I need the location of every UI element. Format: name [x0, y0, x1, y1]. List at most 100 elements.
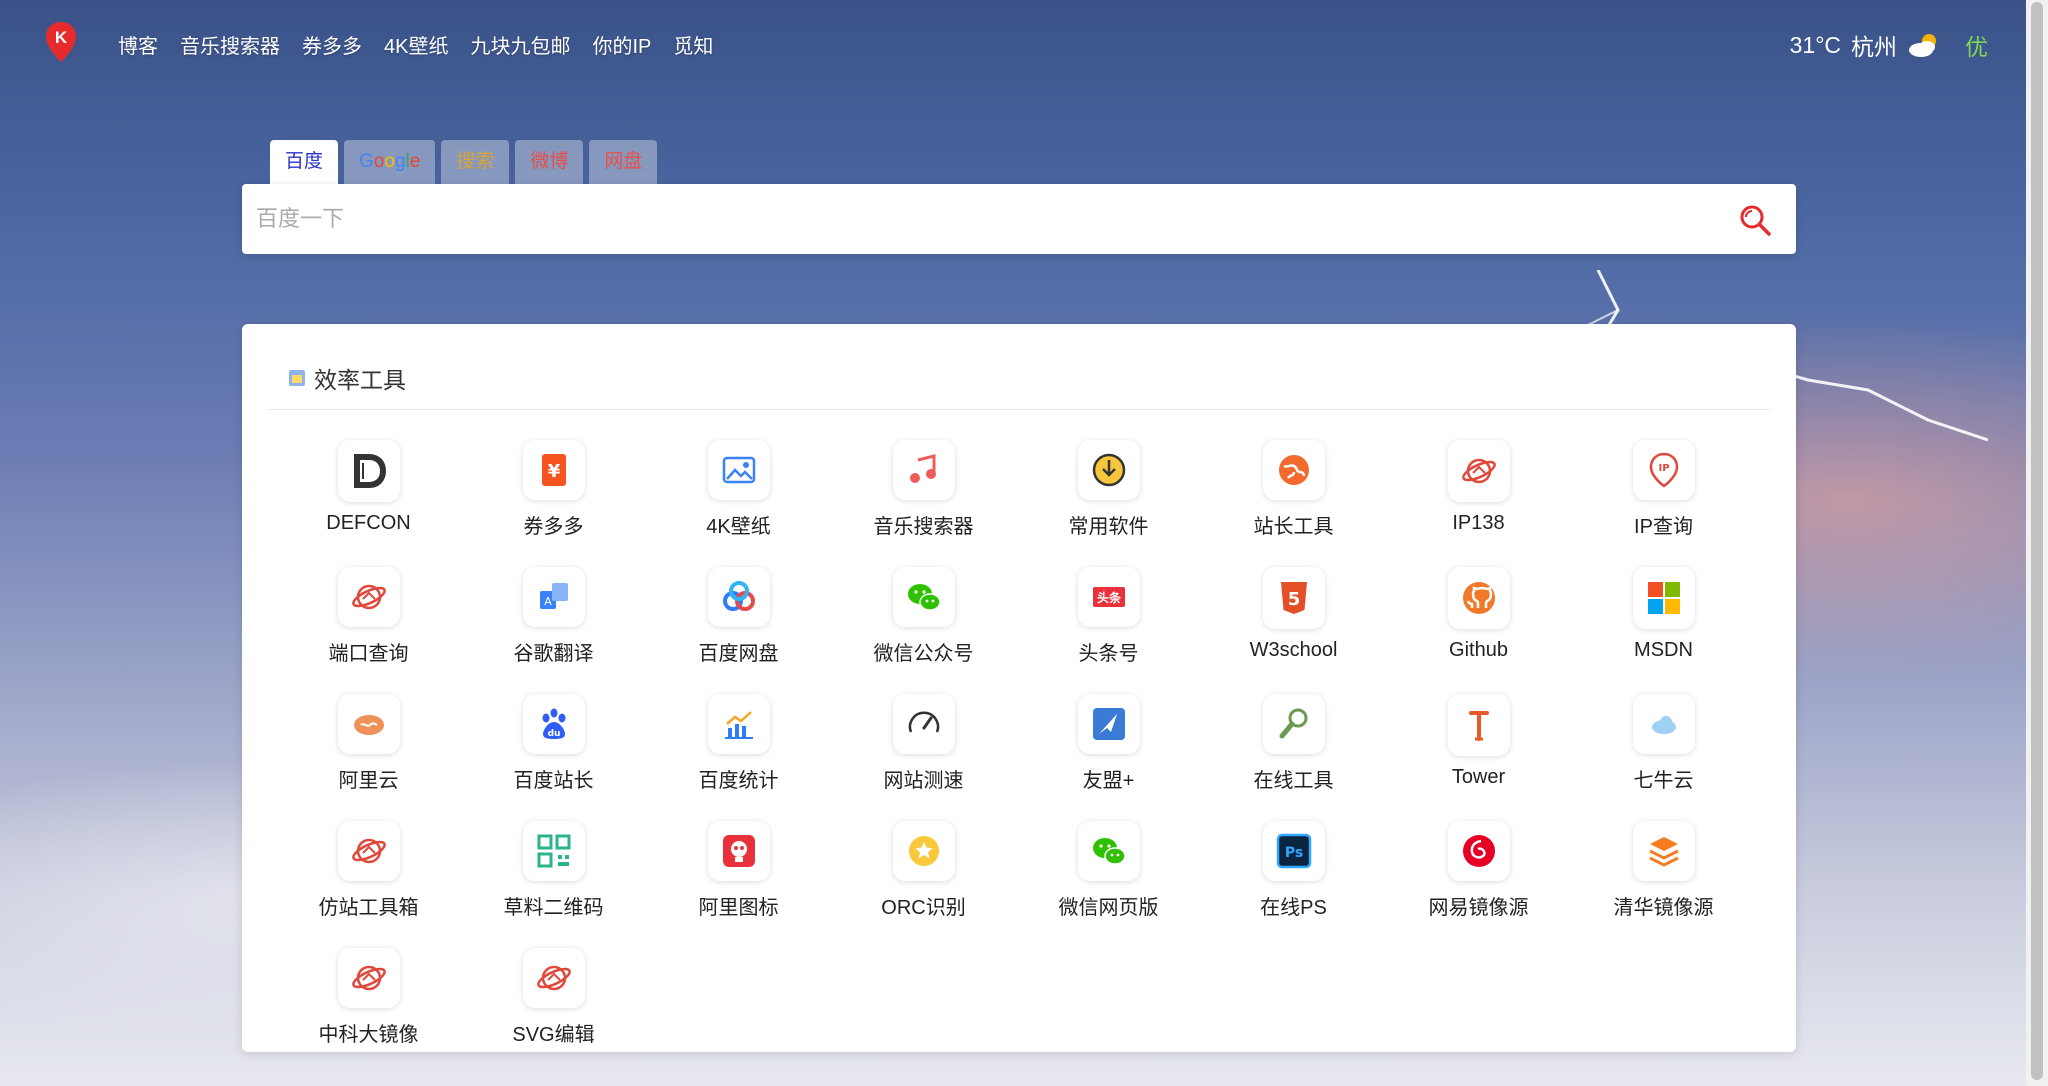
tool-item-label: 阿里图标 — [698, 897, 779, 919]
tool-item[interactable]: Github — [1386, 539, 1571, 666]
tool-item[interactable]: 5 W3school — [1201, 539, 1386, 666]
tool-item-label: 清华镜像源 — [1613, 897, 1714, 919]
tool-item-label: 在线PS — [1260, 897, 1327, 919]
tool-item[interactable]: 中科大镜像 — [276, 920, 461, 1047]
photoshop-icon: Ps — [1262, 821, 1325, 881]
tool-item-label: 阿里云 — [338, 770, 399, 792]
wechat-icon — [892, 567, 955, 627]
tool-item[interactable]: du 百度站长 — [461, 666, 646, 793]
tools-card: 效率工具 DEFCON ¥ 券多多 4K壁纸 音乐搜索器 常用软件站长工具 IP138 IP I… — [242, 324, 1796, 1052]
weather-widget[interactable]: 31°C 杭州 优 — [1790, 28, 1988, 62]
toutiao-icon: 头条 — [1077, 567, 1140, 627]
scrollbar[interactable] — [2026, 0, 2048, 1086]
tool-item-label: IP查询 — [1634, 516, 1693, 538]
tool-item[interactable]: 在线工具 — [1201, 666, 1386, 793]
tool-item-label: 中科大镜像 — [318, 1024, 419, 1046]
tool-item-label: Tower — [1451, 766, 1506, 788]
tool-item[interactable]: MSDN — [1571, 539, 1756, 666]
nav-link-music-search[interactable]: 音乐搜索器 — [180, 30, 280, 59]
tool-item-label: 微信公众号 — [873, 643, 974, 665]
tool-item[interactable]: 站长工具 — [1201, 412, 1386, 539]
tool-item[interactable]: ORC识别 — [831, 793, 1016, 920]
tool-item[interactable]: 仿站工具箱 — [276, 793, 461, 920]
svg-text:du: du — [547, 729, 560, 739]
tool-item[interactable]: 阿里图标 — [646, 793, 831, 920]
tool-item[interactable]: IP IP查询 — [1571, 412, 1756, 539]
tool-item[interactable]: 常用软件 — [1016, 412, 1201, 539]
tool-item-label: MSDN — [1634, 639, 1693, 661]
tool-item[interactable]: ¥ 券多多 — [461, 412, 646, 539]
tab-sousuo[interactable]: 搜索 — [441, 140, 510, 184]
tool-item[interactable]: 清华镜像源 — [1571, 793, 1756, 920]
tools-icon — [1262, 694, 1325, 754]
baidu-pan-icon — [707, 567, 770, 627]
tool-item[interactable]: 网站测速 — [831, 666, 1016, 793]
wechat-icon — [1077, 821, 1140, 881]
tool-item[interactable]: Ps 在线PS — [1201, 793, 1386, 920]
tab-baidu[interactable]: 百度 — [270, 140, 339, 184]
tool-item[interactable]: 微信公众号 — [831, 539, 1016, 666]
tool-item-label: 百度站长 — [513, 770, 594, 792]
speedometer-icon — [892, 694, 955, 754]
tool-item[interactable]: 微信网页版 — [1016, 793, 1201, 920]
search-input[interactable] — [242, 184, 1722, 254]
search-box — [242, 184, 1796, 254]
search-icon[interactable] — [1738, 203, 1772, 237]
tool-item[interactable]: IP138 — [1386, 412, 1571, 539]
tool-item[interactable]: 4K壁纸 — [646, 412, 831, 539]
svg-text:5: 5 — [1287, 589, 1300, 610]
logo-icon[interactable]: K — [44, 20, 78, 64]
tool-item-label: 七牛云 — [1633, 770, 1694, 792]
card-title: 效率工具 — [314, 366, 406, 393]
svg-text:K: K — [55, 28, 68, 47]
tool-item-label: 百度网盘 — [698, 643, 779, 665]
tool-item-label: 谷歌翻译 — [513, 643, 594, 665]
nav-link-blog[interactable]: 博客 — [118, 30, 158, 59]
tool-item[interactable]: 百度统计 — [646, 666, 831, 793]
tool-item[interactable]: 草料二维码 — [461, 793, 646, 920]
nav-link-4k-wallpaper[interactable]: 4K壁纸 — [384, 30, 448, 59]
tools-grid: DEFCON ¥ 券多多 4K壁纸 音乐搜索器 常用软件 站长工具 IP138 IP IP查询端口… — [276, 412, 1756, 1047]
tool-item[interactable]: 网易镜像源 — [1386, 793, 1571, 920]
tool-item[interactable]: A 谷歌翻译 — [461, 539, 646, 666]
svg-text:Ps: Ps — [1284, 845, 1302, 861]
scrollbar-thumb[interactable] — [2031, 2, 2043, 1080]
tool-item[interactable]: 友盟+ — [1016, 666, 1201, 793]
planet-icon — [522, 948, 585, 1008]
nav-link-your-ip[interactable]: 你的IP — [592, 30, 651, 59]
tool-item[interactable]: 头条 头条号 — [1016, 539, 1201, 666]
tool-item[interactable]: 七牛云 — [1571, 666, 1756, 793]
music-icon — [892, 440, 955, 500]
layers-icon — [1632, 821, 1695, 881]
aliyun-icon — [337, 694, 400, 754]
tool-item-label: SVG编辑 — [512, 1024, 595, 1046]
tool-item-label: 百度统计 — [698, 770, 779, 792]
tool-item-label: 仿站工具箱 — [318, 897, 419, 919]
nav-link-mizhi[interactable]: 觅知 — [673, 30, 713, 59]
tool-item[interactable]: 百度网盘 — [646, 539, 831, 666]
download-icon — [1077, 440, 1140, 500]
svg-text:¥: ¥ — [547, 461, 560, 482]
tool-item[interactable]: 端口查询 — [276, 539, 461, 666]
tool-item[interactable]: 阿里云 — [276, 666, 461, 793]
planet-icon — [337, 948, 400, 1008]
tab-weibo[interactable]: 微博 — [515, 140, 584, 184]
planet-icon — [337, 821, 400, 881]
tab-wangpan[interactable]: 网盘 — [589, 140, 658, 184]
tool-item[interactable]: SVG编辑 — [461, 920, 646, 1047]
coupon-icon: ¥ — [522, 440, 585, 500]
tab-google[interactable]: Google — [344, 140, 436, 184]
translate-icon: A — [522, 567, 585, 627]
defcon-icon — [337, 440, 400, 502]
top-nav: K 博客 音乐搜索器 券多多 4K壁纸 九块九包邮 你的IP 觅知 31°C 杭… — [0, 0, 2048, 88]
tool-item[interactable]: 音乐搜索器 — [831, 412, 1016, 539]
nav-link-coupons[interactable]: 券多多 — [302, 30, 362, 59]
tool-item-label: 头条号 — [1078, 643, 1139, 665]
weather-temperature: 31°C — [1789, 31, 1841, 58]
tool-item-label: 站长工具 — [1253, 516, 1334, 538]
tool-item-label: 网易镜像源 — [1428, 897, 1529, 919]
tool-item-label: 友盟+ — [1082, 770, 1135, 792]
tool-item[interactable]: DEFCON — [276, 412, 461, 539]
nav-link-free-shipping[interactable]: 九块九包邮 — [470, 30, 570, 59]
tool-item[interactable]: Tower — [1386, 666, 1571, 793]
